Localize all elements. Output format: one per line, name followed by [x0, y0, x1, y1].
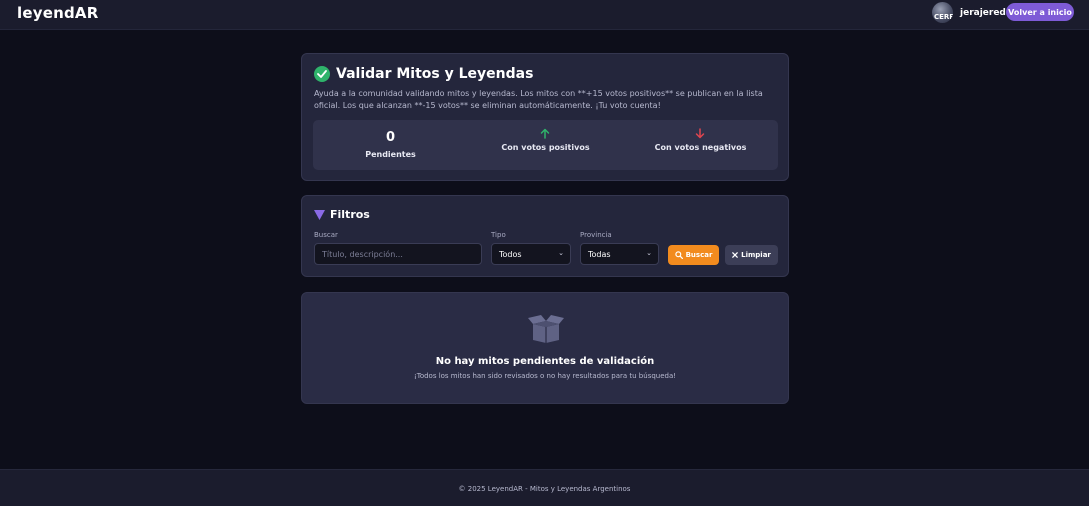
search-input[interactable] [314, 243, 482, 265]
back-to-home-button[interactable]: Volver a inicio [1006, 3, 1074, 21]
close-icon [732, 252, 738, 258]
negative-label: Con votos negativos [654, 143, 747, 152]
province-select-value: Todas [588, 249, 611, 259]
search-icon [674, 251, 683, 259]
avatar-text: CERF [934, 13, 953, 21]
filters-title: Filtros [330, 208, 370, 221]
stat-positive: Con votos positivos [468, 120, 623, 170]
validate-card: Validar Mitos y Leyendas Ayuda a la comu… [301, 53, 789, 181]
positive-label: Con votos positivos [501, 143, 590, 152]
search-button-label: Buscar [685, 251, 713, 259]
stat-pending: 0 Pendientes [313, 120, 468, 170]
arrow-down-icon [695, 128, 705, 139]
funnel-icon [314, 210, 325, 220]
open-box-icon [528, 315, 564, 343]
chevron-down-icon: ⌄ [646, 249, 652, 257]
empty-state-title: No hay mitos pendientes de validación [435, 356, 655, 367]
username-label[interactable]: jerajered [960, 8, 1006, 18]
province-select[interactable]: Todas ⌄ [580, 243, 659, 265]
type-label: Tipo [491, 231, 506, 239]
empty-state-subtitle: ¡Todos los mitos han sido revisados o no… [413, 372, 677, 380]
clear-button[interactable]: Limpiar [725, 245, 778, 265]
filters-card: Filtros Buscar Tipo Todos ⌄ Provincia To… [301, 195, 789, 277]
arrow-up-icon [540, 128, 550, 139]
validate-description: Ayuda a la comunidad validando mitos y l… [314, 89, 763, 110]
search-button[interactable]: Buscar [668, 245, 719, 265]
footer-copyright: © 2025 LeyendAR - Mitos y Leyendas Argen… [458, 485, 631, 493]
type-select[interactable]: Todos ⌄ [491, 243, 571, 265]
check-circle-icon [314, 66, 330, 82]
page-title: Validar Mitos y Leyendas [336, 66, 534, 82]
footer: © 2025 LeyendAR - Mitos y Leyendas Argen… [0, 469, 1089, 506]
pending-label: Pendientes [365, 150, 416, 159]
user-avatar[interactable]: CERF [932, 2, 953, 23]
clear-button-label: Limpiar [741, 251, 771, 259]
search-label: Buscar [314, 231, 338, 239]
brand-logo[interactable]: leyendAR [17, 4, 98, 22]
stats-panel: 0 Pendientes Con votos positivos Con vot… [313, 120, 778, 170]
top-navbar: leyendAR CERF jerajered Volver a inicio [0, 0, 1089, 30]
chevron-down-icon: ⌄ [558, 249, 564, 257]
empty-state-card: No hay mitos pendientes de validación ¡T… [301, 292, 789, 404]
pending-count: 0 [385, 130, 396, 145]
type-select-value: Todos [499, 249, 522, 259]
stat-negative: Con votos negativos [623, 120, 778, 170]
province-label: Provincia [580, 231, 612, 239]
